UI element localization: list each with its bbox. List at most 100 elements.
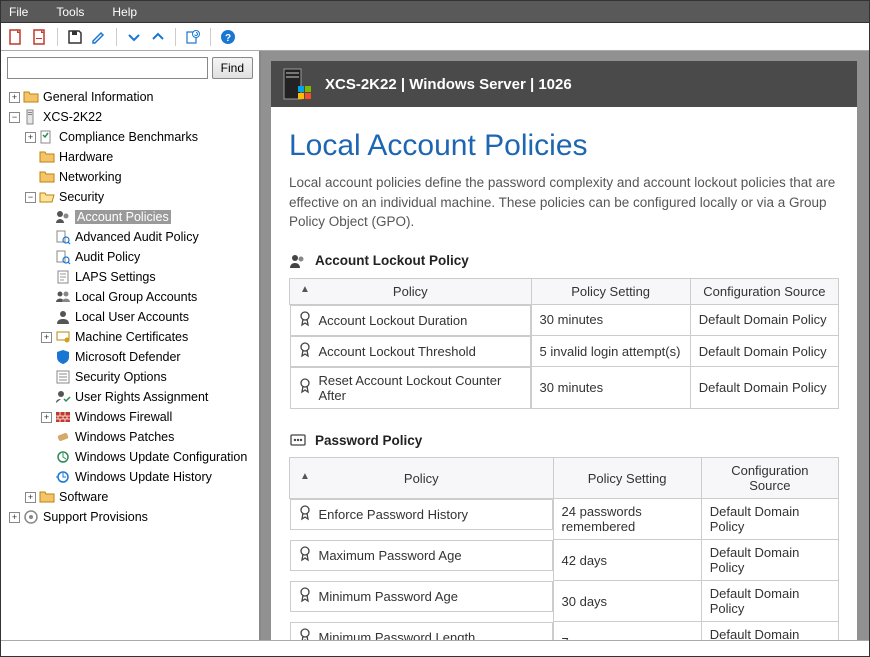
expander-icon[interactable]: +: [25, 492, 36, 503]
cell-policy: Reset Account Lockout Counter After: [290, 367, 531, 409]
tree-mach-cert[interactable]: +Machine Certificates: [5, 327, 259, 347]
expander-icon[interactable]: +: [9, 512, 20, 523]
tree-software[interactable]: +Software: [5, 487, 259, 507]
tree-upd-hist[interactable]: Windows Update History: [5, 467, 259, 487]
menubar: File Tools Help: [1, 1, 869, 23]
folder-icon: [39, 489, 55, 505]
export-pdf-icon[interactable]: [7, 28, 25, 46]
find-button[interactable]: Find: [212, 57, 253, 79]
left-panel: Find +General Information −XCS-2K22 +Com…: [1, 51, 261, 640]
expander-icon[interactable]: +: [41, 332, 52, 343]
ribbon-icon: [299, 546, 311, 565]
cell-source: Default Domain Policy: [690, 336, 838, 367]
tree-compliance[interactable]: +Compliance Benchmarks: [5, 127, 259, 147]
cell-source: Default Domain Policy: [701, 581, 838, 622]
search-input[interactable]: [7, 57, 208, 79]
cert-icon: [55, 329, 71, 345]
key-icon: [55, 269, 71, 285]
save-icon[interactable]: [66, 28, 84, 46]
refresh-icon[interactable]: [184, 28, 202, 46]
col-source[interactable]: Configuration Source: [701, 458, 838, 499]
table-row: Minimum Password Age30 daysDefault Domai…: [290, 581, 839, 622]
list-icon: [55, 369, 71, 385]
table-row: Enforce Password History24 passwords rem…: [290, 499, 839, 540]
tree-host[interactable]: −XCS-2K22: [5, 107, 259, 127]
tree-rights[interactable]: User Rights Assignment: [5, 387, 259, 407]
user-check-icon: [55, 389, 71, 405]
cell-setting: 7: [553, 622, 701, 640]
col-setting[interactable]: Policy Setting: [553, 458, 701, 499]
tree-networking[interactable]: Networking: [5, 167, 259, 187]
tree-laps[interactable]: LAPS Settings: [5, 267, 259, 287]
tree-adv-audit[interactable]: Advanced Audit Policy: [5, 227, 259, 247]
tree-firewall[interactable]: +Windows Firewall: [5, 407, 259, 427]
tree-local-user[interactable]: Local User Accounts: [5, 307, 259, 327]
menu-help[interactable]: Help: [112, 5, 137, 19]
expander-icon[interactable]: +: [41, 412, 52, 423]
folder-open-icon: [39, 189, 55, 205]
cell-source: Default Domain Policy: [701, 622, 838, 640]
collapse-icon[interactable]: [125, 28, 143, 46]
shield-icon: [55, 349, 71, 365]
tree-local-group[interactable]: Local Group Accounts: [5, 287, 259, 307]
history-icon: [55, 469, 71, 485]
page-breadcrumb: XCS-2K22 | Windows Server | 1026: [325, 76, 572, 93]
tree-hardware[interactable]: Hardware: [5, 147, 259, 167]
status-bar: [1, 640, 869, 656]
cell-setting: 30 minutes: [531, 367, 690, 409]
ribbon-icon: [299, 587, 311, 606]
table-row: Reset Account Lockout Counter After30 mi…: [290, 367, 839, 409]
col-policy[interactable]: ▲Policy: [290, 458, 554, 499]
table-row: Minimum Password Length7Default Domain P…: [290, 622, 839, 640]
expander-icon[interactable]: −: [25, 192, 36, 203]
support-icon: [23, 509, 39, 525]
group-icon: [55, 289, 71, 305]
tree-audit[interactable]: Audit Policy: [5, 247, 259, 267]
edit-icon[interactable]: [90, 28, 108, 46]
cell-policy: Minimum Password Length: [290, 622, 553, 640]
ribbon-icon: [299, 378, 311, 397]
export-doc-icon[interactable]: [31, 28, 49, 46]
table-row: Account Lockout Threshold5 invalid login…: [290, 336, 839, 367]
col-source[interactable]: Configuration Source: [690, 278, 838, 304]
cell-policy: Maximum Password Age: [290, 540, 553, 571]
tree-account-policies[interactable]: Account Policies: [5, 207, 259, 227]
sort-asc-icon: ▲: [300, 471, 310, 482]
tree-defender[interactable]: Microsoft Defender: [5, 347, 259, 367]
ribbon-icon: [299, 505, 311, 524]
tree-patches[interactable]: Windows Patches: [5, 427, 259, 447]
lockout-section: Account Lockout Policy ▲Policy Policy Se…: [289, 252, 839, 410]
lockout-table: ▲Policy Policy Setting Configuration Sou…: [289, 278, 839, 410]
col-policy[interactable]: ▲Policy: [290, 278, 532, 304]
content-header: XCS-2K22 | Windows Server | 1026: [271, 61, 857, 107]
menu-file[interactable]: File: [9, 5, 28, 19]
cell-source: Default Domain Policy: [690, 367, 838, 409]
expander-icon[interactable]: −: [9, 112, 20, 123]
server-icon: [23, 109, 39, 125]
cell-setting: 5 invalid login attempt(s): [531, 336, 690, 367]
update-cfg-icon: [55, 449, 71, 465]
expand-icon[interactable]: [149, 28, 167, 46]
tree-sec-opts[interactable]: Security Options: [5, 367, 259, 387]
ribbon-icon: [299, 311, 311, 330]
account-policy-icon: [55, 209, 71, 225]
right-panel: XCS-2K22 | Windows Server | 1026 Local A…: [261, 51, 869, 640]
tree-general-info[interactable]: +General Information: [5, 87, 259, 107]
checklist-icon: [39, 129, 55, 145]
table-row: Maximum Password Age42 daysDefault Domai…: [290, 540, 839, 581]
menu-tools[interactable]: Tools: [56, 5, 84, 19]
user-icon: [55, 309, 71, 325]
ribbon-icon: [299, 628, 311, 640]
tree-support[interactable]: +Support Provisions: [5, 507, 259, 527]
tree-security[interactable]: −Security: [5, 187, 259, 207]
tree[interactable]: +General Information −XCS-2K22 +Complian…: [1, 85, 259, 640]
folder-icon: [23, 89, 39, 105]
cell-source: Default Domain Policy: [701, 499, 838, 540]
expander-icon[interactable]: +: [9, 92, 20, 103]
cell-source: Default Domain Policy: [701, 540, 838, 581]
col-setting[interactable]: Policy Setting: [531, 278, 690, 304]
help-icon[interactable]: ?: [219, 28, 237, 46]
expander-icon[interactable]: +: [25, 132, 36, 143]
tree-upd-cfg[interactable]: Windows Update Configuration: [5, 447, 259, 467]
folder-icon: [39, 149, 55, 165]
